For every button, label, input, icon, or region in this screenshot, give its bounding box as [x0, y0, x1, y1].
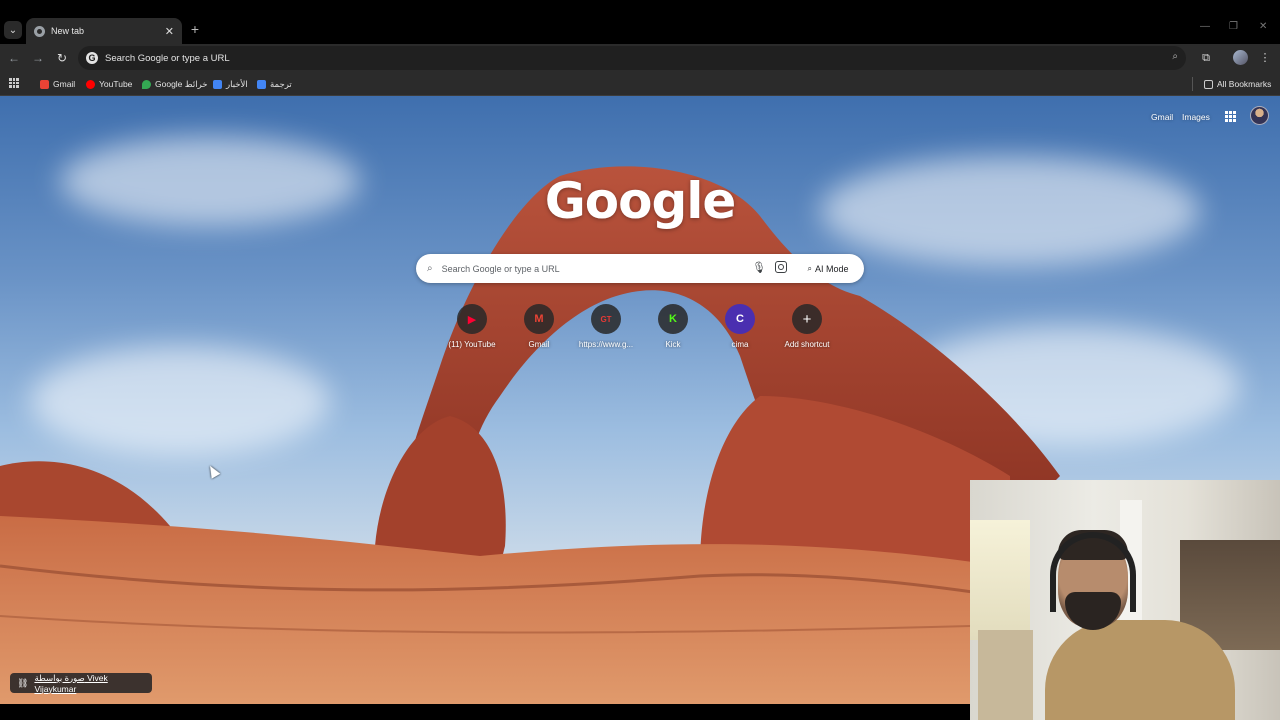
- map-pin-icon: [142, 79, 151, 89]
- shortcut-label: cima: [731, 340, 749, 349]
- webcam-overlay: [970, 480, 1280, 720]
- window-curtain: [970, 520, 1030, 640]
- tab-new-tab[interactable]: New tab ✕: [26, 18, 182, 44]
- images-link[interactable]: Images: [1182, 112, 1210, 122]
- google-lens-icon[interactable]: [775, 261, 787, 273]
- shortcut-gt-site[interactable]: GT https://www.g...: [571, 301, 641, 355]
- headset-icon: [1050, 532, 1136, 612]
- ai-mode-button[interactable]: ⌕ AI Mode: [798, 257, 858, 280]
- gmail-icon: [40, 79, 49, 89]
- minimize-icon[interactable]: —: [1200, 21, 1210, 32]
- bookmark-gmail[interactable]: Gmail: [40, 77, 75, 91]
- profile-avatar[interactable]: [1233, 50, 1248, 65]
- bookmark-label: Gmail: [53, 79, 76, 89]
- google-logo: Google: [544, 172, 737, 230]
- ai-mode-label: AI Mode: [814, 263, 849, 274]
- site-icon: GT: [591, 304, 621, 334]
- search-icon: ⌕: [427, 263, 433, 274]
- account-avatar[interactable]: [1250, 106, 1269, 125]
- room-cabinet: [978, 630, 1033, 720]
- microphone-icon[interactable]: 🎙︎: [752, 261, 766, 274]
- shortcut-cima[interactable]: C cima: [705, 301, 775, 355]
- folder-icon: [1204, 79, 1213, 89]
- attribution-text: صورة بواسطة Vivek Vijaykumar: [34, 672, 108, 694]
- bookmark-label: Google خرائط: [155, 78, 208, 89]
- background-attribution[interactable]: ⛓ صورة بواسطة Vivek Vijaykumar: [10, 672, 152, 694]
- ai-mode-icon: ⌕: [807, 263, 812, 273]
- kick-icon: K: [658, 304, 688, 334]
- chevron-down-icon: ⌄: [8, 24, 18, 36]
- apps-grid-icon[interactable]: [9, 78, 19, 88]
- shortcut-label: Gmail: [528, 340, 550, 349]
- back-button[interactable]: ←: [6, 50, 22, 66]
- news-icon: [213, 79, 222, 89]
- google-g-icon: G: [86, 52, 98, 64]
- bottom-black-bar: [0, 704, 970, 720]
- close-window-icon[interactable]: ✕: [1259, 21, 1267, 32]
- shortcut-youtube[interactable]: ▶ (11) YouTube: [437, 301, 507, 355]
- address-bar-placeholder: Search Google or type a URL: [105, 52, 230, 64]
- bookmark-youtube[interactable]: YouTube: [86, 77, 132, 91]
- menu-icon[interactable]: ⋮: [1257, 50, 1273, 66]
- bookmarks-bar: Gmail YouTube Google خرائط الأخبار ترجمة…: [0, 72, 1280, 96]
- translate-icon: [257, 79, 266, 89]
- new-tab-button[interactable]: +: [188, 21, 202, 37]
- bookmark-label: الأخبار: [226, 78, 248, 89]
- chrome-icon: [34, 25, 45, 37]
- add-shortcut-button[interactable]: + Add shortcut: [772, 301, 842, 355]
- bookmark-google-maps[interactable]: Google خرائط: [142, 77, 208, 91]
- shortcut-gmail[interactable]: M Gmail: [504, 301, 574, 355]
- cima-icon: C: [725, 304, 755, 334]
- restore-icon[interactable]: ❐: [1229, 21, 1238, 32]
- all-bookmarks-button[interactable]: All Bookmarks: [1204, 77, 1271, 91]
- shortcut-kick[interactable]: K Kick: [638, 301, 708, 355]
- bookmark-label: ترجمة: [270, 78, 292, 89]
- shortcut-label: https://www.g...: [578, 340, 634, 349]
- bookmarks-divider: [1192, 77, 1193, 91]
- gmail-link[interactable]: Gmail: [1151, 112, 1173, 122]
- address-bar[interactable]: G Search Google or type a URL ⌕: [78, 46, 1186, 70]
- shortcut-label: (11) YouTube: [448, 340, 496, 349]
- shortcut-label: Add shortcut: [784, 340, 830, 349]
- tab-strip: ⌄ New tab ✕ + — ❐ ✕: [0, 0, 1280, 44]
- tab-search-button[interactable]: ⌄: [4, 21, 22, 39]
- search-icon[interactable]: ⌕: [1172, 51, 1178, 62]
- extensions-icon[interactable]: ⧉: [1198, 50, 1214, 66]
- google-apps-icon[interactable]: [1225, 111, 1236, 122]
- close-tab-icon[interactable]: ✕: [165, 25, 174, 38]
- all-bookmarks-label: All Bookmarks: [1217, 79, 1272, 89]
- bookmark-news[interactable]: الأخبار: [213, 77, 248, 91]
- shortcut-label: Kick: [665, 340, 681, 349]
- reload-button[interactable]: ↻: [54, 50, 70, 66]
- forward-button[interactable]: →: [30, 50, 46, 66]
- link-icon: ⛓: [17, 677, 29, 688]
- ntp-search-box[interactable]: ⌕ Search Google or type a URL 🎙︎ ⌕ AI Mo…: [416, 254, 864, 283]
- plus-icon: +: [792, 304, 822, 334]
- search-placeholder: Search Google or type a URL: [441, 263, 560, 274]
- youtube-icon: [86, 79, 95, 89]
- gmail-icon: M: [524, 304, 554, 334]
- bookmark-translate[interactable]: ترجمة: [257, 77, 292, 91]
- person-body: [1045, 620, 1235, 720]
- bookmark-label: YouTube: [99, 79, 133, 89]
- youtube-icon: ▶: [457, 304, 487, 334]
- tab-title: New tab: [51, 26, 85, 36]
- toolbar: ← → ↻ G Search Google or type a URL ⌕ ⧉ …: [0, 44, 1280, 72]
